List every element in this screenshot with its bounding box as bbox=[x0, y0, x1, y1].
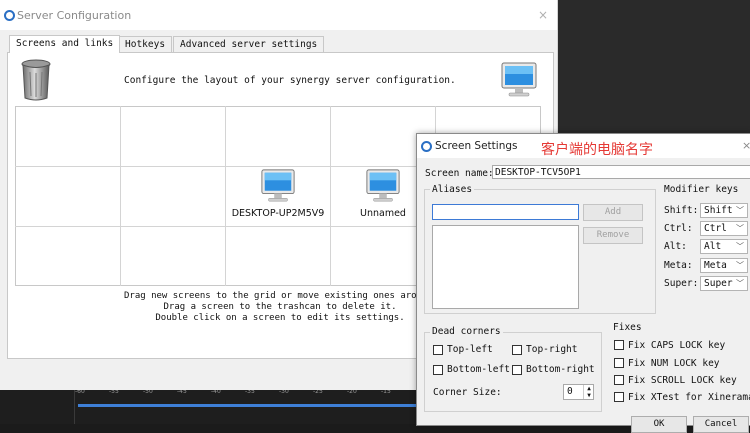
cancel-button[interactable]: Cancel bbox=[693, 416, 749, 433]
fix-scroll-lock-checkbox[interactable] bbox=[614, 375, 624, 385]
ctrl-label: Ctrl: bbox=[664, 223, 693, 234]
fix-num-lock-label: Fix NUM LOCK key bbox=[628, 358, 720, 369]
top-left-label: Top-left bbox=[447, 344, 493, 355]
bottom-right-checkbox[interactable] bbox=[512, 365, 522, 375]
help-line: Double click on a screen to edit its set… bbox=[155, 313, 405, 323]
server-window-titlebar: Server Configuration × bbox=[0, 0, 557, 30]
alias-input[interactable] bbox=[432, 204, 579, 220]
timeline-bar bbox=[78, 404, 418, 407]
tab-advanced-server-settings[interactable]: Advanced server settings bbox=[173, 36, 325, 53]
bottom-left-label: Bottom-left bbox=[447, 364, 510, 375]
bottom-left-checkbox[interactable] bbox=[433, 365, 443, 375]
top-right-checkbox[interactable] bbox=[512, 345, 522, 355]
aliases-group-title: Aliases bbox=[430, 184, 475, 195]
help-line: Drag a screen to the trashcan to delete … bbox=[163, 302, 397, 312]
aliases-list[interactable] bbox=[432, 225, 579, 309]
monitor-icon[interactable] bbox=[500, 61, 538, 99]
remove-alias-button[interactable]: Remove bbox=[583, 227, 643, 244]
corner-size-label: Corner Size: bbox=[433, 387, 502, 398]
fix-caps-lock-label: Fix CAPS LOCK key bbox=[628, 340, 726, 351]
tab-hotkeys[interactable]: Hotkeys bbox=[118, 36, 173, 53]
fix-xtest-checkbox[interactable] bbox=[614, 392, 624, 402]
meta-select-value: Meta bbox=[704, 260, 727, 271]
dead-corners-title: Dead corners bbox=[430, 326, 503, 337]
annotation-text: 客户端的电脑名字 bbox=[541, 142, 653, 158]
synergy-icon bbox=[421, 141, 432, 152]
super-select-value: Super bbox=[704, 278, 733, 289]
screen-tile[interactable]: DESKTOP-UP2M5V9 bbox=[226, 168, 330, 219]
chevron-down-icon: ﹀ bbox=[736, 224, 744, 233]
tab-screens-and-links[interactable]: Screens and links bbox=[9, 35, 121, 53]
corner-size-value: 0 bbox=[567, 386, 573, 397]
screen-settings-close-icon[interactable]: × bbox=[742, 139, 750, 152]
meta-label: Meta: bbox=[664, 260, 693, 271]
fix-caps-lock-checkbox[interactable] bbox=[614, 340, 624, 350]
screen-name-label: DESKTOP-UP2M5V9 bbox=[231, 208, 325, 219]
monitor-icon bbox=[366, 169, 400, 202]
alt-select-value: Alt bbox=[704, 241, 722, 252]
fix-scroll-lock-label: Fix SCROLL LOCK key bbox=[628, 375, 737, 386]
screen-settings-titlebar: Screen Settings 客户端的电脑名字 × bbox=[417, 134, 750, 158]
screen-settings-title: Screen Settings bbox=[435, 140, 518, 152]
screen-settings-dialog: Screen Settings 客户端的电脑名字 × Screen name: … bbox=[416, 133, 750, 433]
configure-description: Configure the layout of your synergy ser… bbox=[124, 75, 456, 86]
corner-size-spinbox[interactable]: 0 ▲ ▼ bbox=[563, 384, 594, 400]
modifier-keys-title: Modifier keys bbox=[664, 184, 739, 195]
screen-name-label: Screen name: bbox=[425, 168, 494, 179]
spin-arrows-icon[interactable]: ▲ ▼ bbox=[583, 385, 594, 399]
top-right-label: Top-right bbox=[526, 344, 578, 355]
chevron-down-icon: ﹀ bbox=[736, 261, 744, 270]
fixes-title: Fixes bbox=[613, 322, 642, 333]
fix-num-lock-checkbox[interactable] bbox=[614, 358, 624, 368]
grid-divider bbox=[120, 106, 121, 286]
fix-xtest-label: Fix XTest for Xinerama bbox=[628, 392, 750, 403]
alt-label: Alt: bbox=[664, 241, 687, 252]
chevron-down-icon: ﹀ bbox=[736, 242, 744, 251]
screen-name-input[interactable]: DESKTOP-TCV5OP1 bbox=[492, 165, 750, 179]
server-window-title: Server Configuration bbox=[17, 9, 132, 22]
shift-label: Shift: bbox=[664, 205, 699, 216]
background-window bbox=[557, 0, 750, 135]
trashcan-icon[interactable] bbox=[20, 58, 52, 102]
super-select[interactable]: Super ﹀ bbox=[700, 276, 748, 291]
grid-help-text: Drag new screens to the grid or move exi… bbox=[90, 291, 470, 324]
super-label: Super: bbox=[664, 278, 699, 289]
ctrl-select-value: Ctrl bbox=[704, 223, 727, 234]
ok-button[interactable]: OK bbox=[631, 416, 687, 433]
server-window-close-icon[interactable]: × bbox=[538, 8, 548, 22]
shift-select[interactable]: Shift ﹀ bbox=[700, 203, 748, 218]
meta-select[interactable]: Meta ﹀ bbox=[700, 258, 748, 273]
shift-select-value: Shift bbox=[704, 205, 733, 216]
bottom-right-label: Bottom-right bbox=[526, 364, 595, 375]
monitor-icon bbox=[261, 169, 295, 202]
chevron-down-icon: ﹀ bbox=[736, 279, 744, 288]
top-left-checkbox[interactable] bbox=[433, 345, 443, 355]
chevron-down-icon: ﹀ bbox=[736, 206, 744, 215]
help-line: Drag new screens to the grid or move exi… bbox=[124, 291, 423, 301]
ctrl-select[interactable]: Ctrl ﹀ bbox=[700, 221, 748, 236]
add-alias-button[interactable]: Add bbox=[583, 204, 643, 221]
synergy-icon bbox=[4, 10, 15, 21]
alt-select[interactable]: Alt ﹀ bbox=[700, 239, 748, 254]
